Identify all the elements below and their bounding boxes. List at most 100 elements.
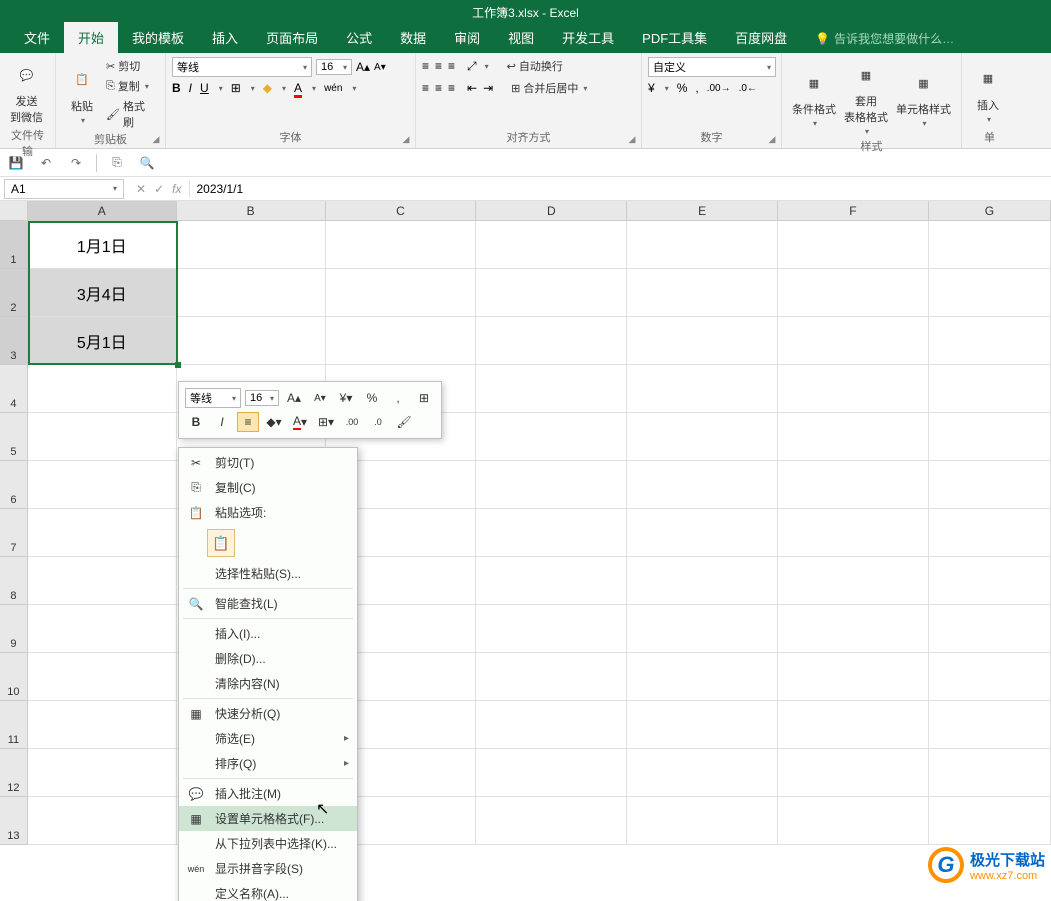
cell[interactable] bbox=[476, 605, 627, 653]
cell[interactable] bbox=[778, 365, 929, 413]
tab-file[interactable]: 文件 bbox=[10, 22, 64, 53]
dialog-launcher[interactable]: ◢ bbox=[766, 133, 778, 145]
ctx-filter[interactable]: 筛选(E) bbox=[179, 726, 357, 751]
cut-button[interactable]: ✂剪切 bbox=[102, 57, 159, 75]
wrap-text-button[interactable]: ↩自动换行 bbox=[503, 57, 567, 75]
cell[interactable] bbox=[627, 365, 778, 413]
format-painter-button[interactable]: 🖌格式刷 bbox=[102, 97, 159, 131]
cell[interactable] bbox=[778, 509, 929, 557]
cell[interactable] bbox=[778, 797, 929, 845]
tab-view[interactable]: 视图 bbox=[494, 22, 548, 53]
ctx-pick-from-list[interactable]: 从下拉列表中选择(K)... bbox=[179, 831, 357, 856]
font-color-button[interactable]: A bbox=[294, 81, 302, 95]
ctx-delete[interactable]: 删除(D)... bbox=[179, 646, 357, 671]
cell[interactable] bbox=[929, 509, 1051, 557]
row-header[interactable]: 5 bbox=[0, 413, 28, 461]
cell[interactable] bbox=[627, 749, 778, 797]
cell[interactable] bbox=[929, 461, 1051, 509]
comma-button[interactable]: , bbox=[695, 81, 698, 95]
cell[interactable] bbox=[627, 557, 778, 605]
conditional-format-button[interactable]: ▦条件格式▾ bbox=[788, 65, 840, 130]
ctx-paste-option[interactable]: 📋 bbox=[207, 529, 235, 557]
tab-data[interactable]: 数据 bbox=[386, 22, 440, 53]
currency-button[interactable]: ¥ bbox=[648, 81, 655, 95]
align-center-button[interactable]: ≡ bbox=[435, 81, 442, 95]
row-header[interactable]: 2 bbox=[0, 269, 28, 317]
mini-size-combo[interactable]: 16▾ bbox=[245, 390, 279, 406]
cell[interactable] bbox=[627, 269, 778, 317]
cell[interactable] bbox=[476, 413, 627, 461]
tab-home[interactable]: 开始 bbox=[64, 22, 118, 53]
font-size-combo[interactable]: 16▾ bbox=[316, 59, 352, 75]
cell[interactable] bbox=[778, 701, 929, 749]
cell[interactable]: 5月1日 bbox=[28, 317, 177, 365]
increase-indent-button[interactable]: ⇥ bbox=[483, 81, 493, 95]
mini-dec-decimal[interactable]: .0 bbox=[367, 412, 389, 432]
cell[interactable] bbox=[778, 749, 929, 797]
cell[interactable] bbox=[476, 701, 627, 749]
cell[interactable] bbox=[28, 413, 177, 461]
tab-layout[interactable]: 页面布局 bbox=[252, 22, 332, 53]
mini-decrease-font[interactable]: A▾ bbox=[309, 388, 331, 408]
tab-insert[interactable]: 插入 bbox=[198, 22, 252, 53]
row-header[interactable]: 6 bbox=[0, 461, 28, 509]
cell[interactable] bbox=[627, 797, 778, 845]
cell[interactable] bbox=[929, 557, 1051, 605]
cell[interactable] bbox=[28, 797, 177, 845]
col-header-b[interactable]: B bbox=[177, 201, 326, 220]
mini-font-color[interactable]: A▾ bbox=[289, 412, 311, 432]
merge-center-button[interactable]: ⊞合并后居中▾ bbox=[507, 79, 591, 97]
cell[interactable] bbox=[627, 413, 778, 461]
cell[interactable] bbox=[929, 653, 1051, 701]
cell[interactable] bbox=[177, 269, 326, 317]
row-header[interactable]: 1 bbox=[0, 221, 28, 269]
cell[interactable] bbox=[28, 701, 177, 749]
cell-style-button[interactable]: ▦单元格样式▾ bbox=[892, 65, 955, 130]
cell[interactable] bbox=[778, 317, 929, 365]
mini-bold[interactable]: B bbox=[185, 412, 207, 432]
cell[interactable] bbox=[778, 269, 929, 317]
row-header[interactable]: 8 bbox=[0, 557, 28, 605]
border-button[interactable]: ⊞ bbox=[231, 81, 241, 95]
percent-button[interactable]: % bbox=[677, 81, 688, 95]
cell[interactable] bbox=[627, 461, 778, 509]
align-middle-button[interactable]: ≡ bbox=[435, 59, 442, 73]
cell[interactable] bbox=[627, 221, 778, 269]
mini-border[interactable]: ⊞▾ bbox=[315, 412, 337, 432]
cell[interactable] bbox=[28, 653, 177, 701]
cell[interactable] bbox=[476, 365, 627, 413]
cell[interactable] bbox=[778, 557, 929, 605]
mini-comma[interactable]: , bbox=[387, 388, 409, 408]
align-bottom-button[interactable]: ≡ bbox=[448, 59, 455, 73]
ctx-cut[interactable]: ✂剪切(T) bbox=[179, 450, 357, 475]
cell[interactable] bbox=[326, 317, 477, 365]
copy-button[interactable]: ⎘复制▾ bbox=[102, 77, 159, 95]
mini-currency[interactable]: ¥▾ bbox=[335, 388, 357, 408]
mini-font-combo[interactable]: 等线▾ bbox=[185, 388, 241, 408]
col-header-d[interactable]: D bbox=[476, 201, 627, 220]
ctx-quick-analysis[interactable]: ▦快速分析(Q) bbox=[179, 701, 357, 726]
cell[interactable] bbox=[28, 749, 177, 797]
mini-fill-color[interactable]: ◆▾ bbox=[263, 412, 285, 432]
col-header-c[interactable]: C bbox=[326, 201, 477, 220]
cell[interactable] bbox=[627, 317, 778, 365]
cell[interactable] bbox=[28, 365, 177, 413]
cell[interactable] bbox=[929, 701, 1051, 749]
fill-color-button[interactable]: ◆ bbox=[263, 81, 272, 95]
tab-developer[interactable]: 开发工具 bbox=[548, 22, 628, 53]
bold-button[interactable]: B bbox=[172, 81, 181, 95]
cell[interactable] bbox=[778, 605, 929, 653]
row-header[interactable]: 4 bbox=[0, 365, 28, 413]
enter-icon[interactable]: ✓ bbox=[154, 182, 164, 196]
mini-align-center[interactable]: ≡ bbox=[237, 412, 259, 432]
mini-percent[interactable]: % bbox=[361, 388, 383, 408]
row-header[interactable]: 9 bbox=[0, 605, 28, 653]
cell[interactable] bbox=[778, 653, 929, 701]
cell[interactable] bbox=[476, 461, 627, 509]
mini-italic[interactable]: I bbox=[211, 412, 233, 432]
cell[interactable] bbox=[627, 509, 778, 557]
cell[interactable] bbox=[778, 413, 929, 461]
cell[interactable] bbox=[929, 749, 1051, 797]
tab-review[interactable]: 审阅 bbox=[440, 22, 494, 53]
row-header[interactable]: 10 bbox=[0, 653, 28, 701]
